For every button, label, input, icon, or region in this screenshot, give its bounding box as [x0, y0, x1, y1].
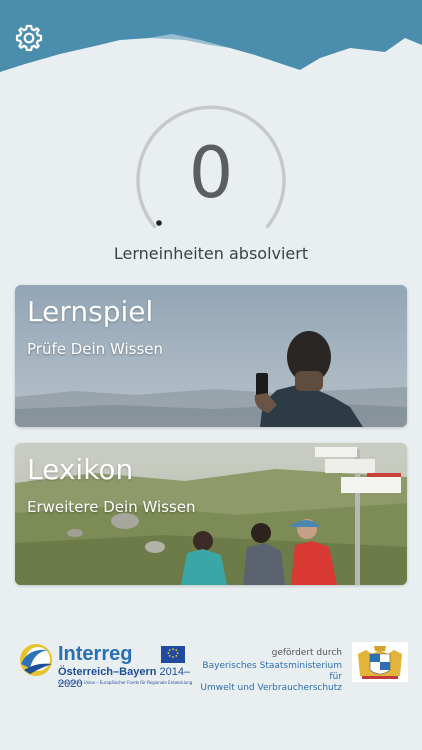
lernspiel-card[interactable]: Lernspiel Prüfe Dein Wissen — [15, 285, 407, 427]
ministry-name-line1: Bayerisches Staatsministerium für — [202, 661, 342, 682]
bavarian-crest-icon — [352, 642, 408, 682]
gear-icon[interactable] — [14, 23, 44, 53]
ministry-logo: gefördert durch Bayerisches Staatsminist… — [196, 640, 408, 693]
lernspiel-title: Lernspiel — [27, 295, 154, 328]
ministry-name: Bayerisches Staatsministerium für Umwelt… — [196, 661, 342, 694]
progress-indicator-dot — [156, 220, 162, 226]
completed-units-label: Lerneinheiten absolviert — [113, 244, 309, 263]
eu-flag-icon — [161, 646, 185, 663]
interreg-region: Österreich–Bayern — [58, 666, 157, 678]
funded-by-label: gefördert durch — [271, 648, 342, 658]
ministry-name-line2: Umwelt und Verbraucherschutz — [200, 683, 342, 693]
lexikon-subtitle: Erweitere Dein Wissen — [27, 498, 196, 516]
lexikon-card[interactable]: Lexikon Erweitere Dein Wissen — [15, 443, 407, 585]
interreg-emblem-icon — [20, 644, 52, 676]
interreg-logo: Interreg Österreich–Bayern 2014–2020 Eur… — [18, 640, 193, 690]
lernspiel-subtitle: Prüfe Dein Wissen — [27, 340, 163, 358]
interreg-fineprint: Europäische Union – Europäischer Fonds f… — [58, 680, 193, 685]
lexikon-title: Lexikon — [27, 453, 134, 486]
interreg-wordmark: Interreg — [58, 643, 133, 665]
completed-units-count: 0 — [188, 132, 234, 214]
header-mountain-banner — [0, 0, 422, 72]
